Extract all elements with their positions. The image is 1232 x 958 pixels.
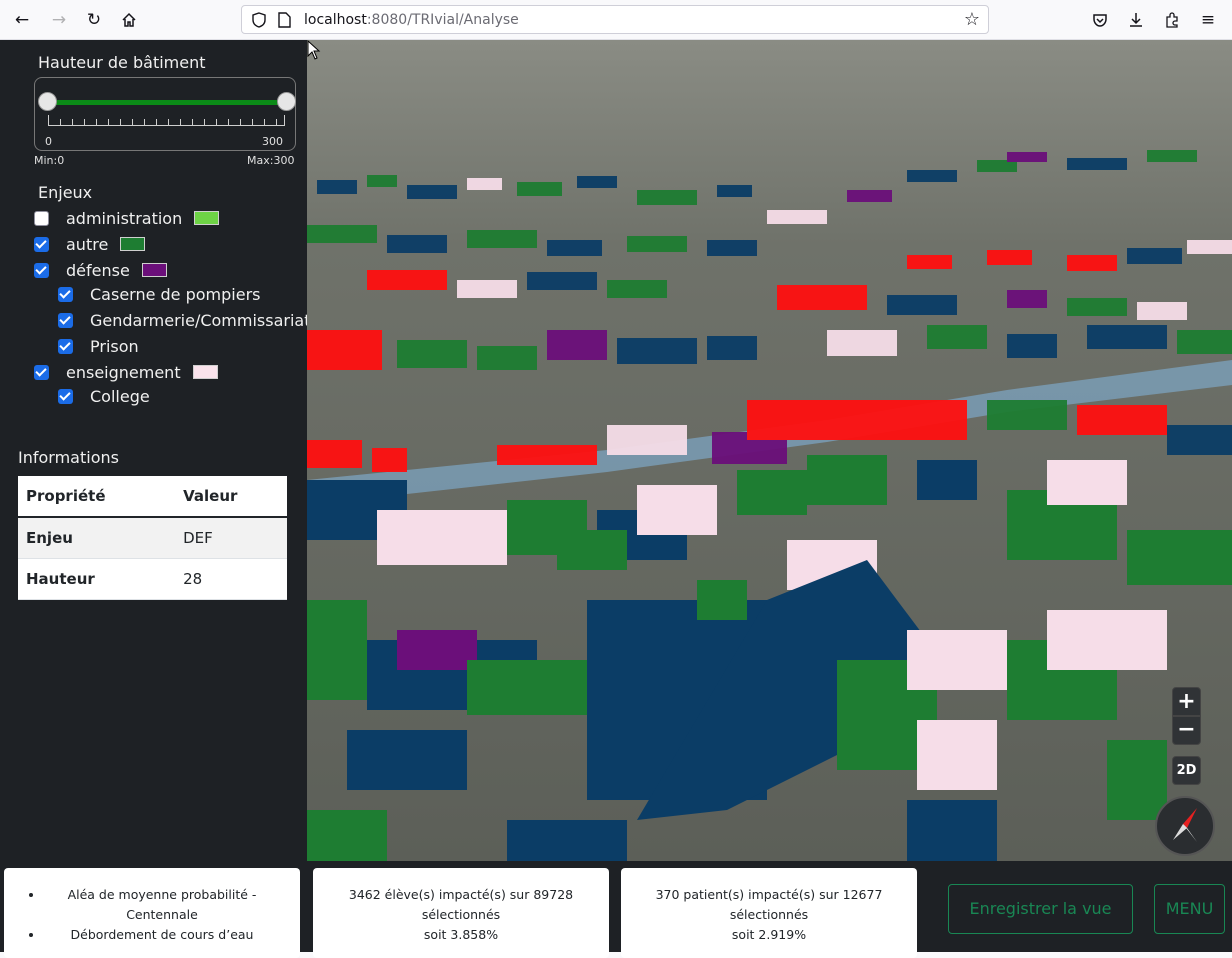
enjeu-autre[interactable]: autre [34,233,146,255]
page-info-icon[interactable] [278,12,291,28]
enjeu-label: Gendarmerie/Commissariat [90,310,311,330]
url-path: :8080/TRIvial/Analyse [366,12,519,28]
table-row: Hauteur 28 [18,558,287,600]
color-swatch [120,237,146,251]
mouse-pointer-icon [307,40,321,60]
slider-max-handle[interactable] [277,92,296,111]
color-swatch [194,211,220,225]
2d-mode-button[interactable]: 2D [1172,756,1201,785]
alea-card: Aléa de moyenne probabilité - Centennale… [4,868,300,958]
enjeu-label: enseignement [66,362,181,382]
defense-checkbox[interactable] [34,262,49,278]
administration-checkbox[interactable] [34,210,49,226]
downloads-icon[interactable] [1124,8,1148,32]
property-key: Hauteur [18,558,176,600]
students-count: 3462 élève(s) impacté(s) sur 89728 [348,887,574,902]
enjeu-label: défense [66,260,130,280]
pocket-icon[interactable] [1088,8,1112,32]
color-swatch [192,365,218,379]
property-key: Enjeu [18,517,176,559]
college-checkbox[interactable] [58,388,73,404]
enjeu-label: Prison [90,336,139,356]
alea-list: Aléa de moyenne probabilité - Centennale… [4,868,300,945]
slider-min-label: Min:0 [34,154,65,167]
students-selected: sélectionnés [421,907,501,922]
slider-max-label: Max:300 [247,154,295,167]
table-header: Propriété [18,476,176,518]
browser-toolbar: ← → ↻ localhost:8080/TRIvial/Analyse ☆ ≡ [0,0,1232,40]
slider-tick-max: 300 [262,135,283,148]
color-swatch [141,263,167,277]
bottom-panel: Aléa de moyenne probabilité - Centennale… [0,861,1232,958]
patients-count: 370 patient(s) impacté(s) sur 12677 [655,887,883,902]
info-table: Propriété Valeur Enjeu DEF Hauteur 28 [18,476,287,600]
enjeu-college[interactable]: College [58,385,150,407]
enjeu-label: College [90,386,150,406]
enjeu-label: Caserne de pompiers [90,284,261,304]
url-text: localhost:8080/TRIvial/Analyse [304,12,519,28]
property-value: DEF [175,517,287,559]
table-row: Enjeu DEF [18,517,287,559]
back-arrow-icon[interactable]: ← [10,8,34,32]
enjeu-caserne[interactable]: Caserne de pompiers [58,283,261,305]
list-item: Aléa de moyenne probabilité - Centennale [44,885,280,925]
enjeu-enseignement[interactable]: enseignement [34,361,218,383]
autre-checkbox[interactable] [34,236,49,252]
left-panel: Hauteur de bâtiment 0 300 Min:0 Max:300 … [0,40,310,867]
enjeu-administration[interactable]: administration [34,207,220,229]
patients-percent: soit 2.919% [731,927,807,942]
height-range-slider[interactable]: 0 300 [34,77,296,151]
enjeux-title: Enjeux [38,183,93,202]
enjeu-prison[interactable]: Prison [58,335,139,357]
forward-arrow-icon[interactable]: → [47,8,71,32]
slider-ticks [48,115,285,126]
3d-map-view[interactable]: + − 2D [307,40,1232,861]
compass-icon[interactable] [1155,796,1215,856]
caserne-checkbox[interactable] [58,286,73,302]
enjeu-label: administration [66,208,183,228]
enjeu-gendarmerie[interactable]: Gendarmerie/Commissariat [58,309,310,331]
extensions-icon[interactable] [1160,8,1184,32]
slider-tick-min: 0 [45,135,52,148]
prison-checkbox[interactable] [58,338,73,354]
enjeu-defense[interactable]: défense [34,259,167,281]
url-host: localhost [304,12,367,28]
gendarmerie-checkbox[interactable] [58,312,73,328]
slider-track[interactable] [47,100,285,105]
address-bar[interactable]: localhost:8080/TRIvial/Analyse ☆ [241,5,989,34]
zoom-in-button[interactable]: + [1172,687,1201,716]
height-slider-title: Hauteur de bâtiment [38,53,206,72]
reload-icon[interactable]: ↻ [82,8,106,32]
enjeu-label: autre [66,234,109,254]
save-view-button[interactable]: Enregistrer la vue [948,884,1133,934]
bookmark-star-icon[interactable]: ☆ [964,9,980,30]
zoom-out-button[interactable]: − [1172,716,1201,745]
home-icon[interactable] [117,8,141,32]
property-value: 28 [175,558,287,600]
slider-min-handle[interactable] [38,92,57,111]
shield-icon[interactable] [252,12,266,28]
city-buildings-render [307,40,1232,861]
menu-button[interactable]: MENU [1154,884,1225,934]
informations-title: Informations [18,448,119,467]
table-header: Valeur [175,476,287,518]
hamburger-menu-icon[interactable]: ≡ [1196,8,1220,32]
patients-selected: sélectionnés [729,907,809,922]
patients-impact-card: 370 patient(s) impacté(s) sur 12677 séle… [621,868,917,958]
list-item: Débordement de cours d’eau [44,925,280,945]
students-percent: soit 3.858% [423,927,499,942]
enseignement-checkbox[interactable] [34,364,49,380]
students-impact-card: 3462 élève(s) impacté(s) sur 89728 sélec… [313,868,609,958]
